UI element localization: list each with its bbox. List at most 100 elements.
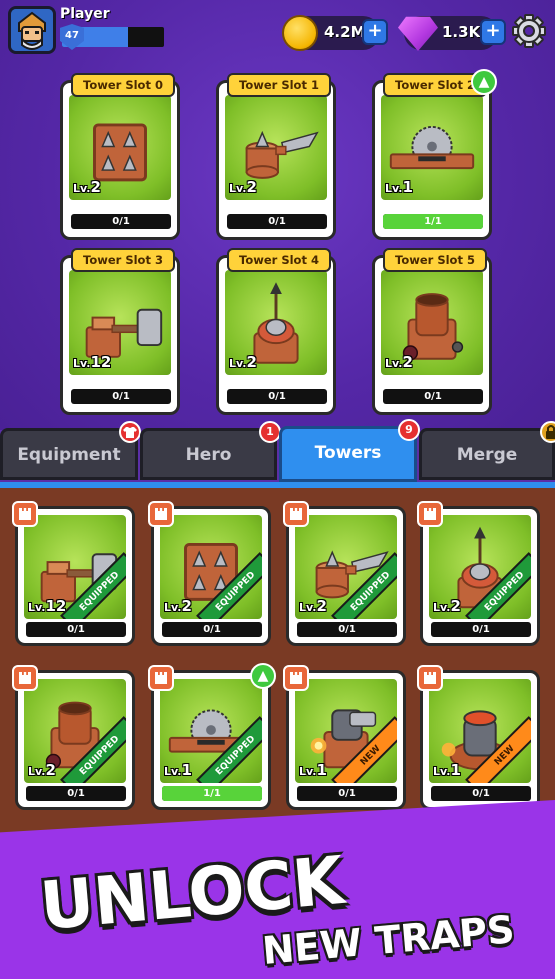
coin-icon: [282, 15, 318, 51]
tab-bar: Equipment Hero 1 Towers 9 Merge: [0, 419, 555, 484]
tower-level-value: 2: [402, 353, 413, 371]
tower-slot-title: Tower Slot 0: [71, 73, 175, 97]
tab-towers-badge: 9: [398, 419, 420, 441]
coin-counter: 4.2M +: [282, 15, 388, 51]
tower-slot-card[interactable]: Lv.2 Tower Slot 1 0/1: [216, 73, 336, 240]
tower-level: Lv.2: [73, 178, 101, 196]
tower-art: Lv.2 EQUIPPED: [24, 679, 126, 783]
game-screen: Player 47 4.2M + 1.3K + Lv.2 Tower Slot …: [0, 0, 555, 979]
knight-portrait-icon: [11, 9, 53, 51]
tab-hero[interactable]: Hero 1: [140, 421, 281, 480]
lock-icon: [540, 421, 555, 443]
tower-level-value: 2: [246, 353, 257, 371]
tower-progress-bar: 0/1: [297, 786, 397, 801]
tower-level-value: 2: [246, 178, 257, 196]
tower-level: Lv.2: [433, 597, 461, 615]
tower-category-icon: [417, 501, 443, 527]
tower-progress-bar: 1/1: [162, 786, 262, 801]
tower-progress-bar: 0/1: [227, 389, 327, 404]
inventory-tower-card[interactable]: Lv.12 EQUIPPED 0/1: [12, 501, 135, 646]
inventory-tower-card[interactable]: Lv.1 NEW 0/1: [283, 665, 406, 810]
inventory-tower-card[interactable]: Lv.2 EQUIPPED 0/1: [417, 501, 540, 646]
tower-level-value: 2: [450, 597, 461, 615]
tower-art: Lv.2: [225, 95, 327, 200]
tower-level: Lv.2: [28, 761, 56, 779]
tower-level: Lv.1: [433, 761, 461, 779]
tab-hero-badge: 1: [259, 421, 281, 443]
tab-towers-label: Towers: [314, 443, 382, 463]
tower-progress-text: 0/1: [67, 624, 85, 635]
tower-slot-card[interactable]: Lv.12 Tower Slot 3 0/1: [60, 248, 180, 415]
tower-level-value: 2: [316, 597, 327, 615]
tower-inventory: Lv.12 EQUIPPED 0/1 Lv.2 EQUIPPED 0/1 Lv.2 EQU…: [0, 488, 555, 848]
tower-art: Lv.2: [225, 270, 327, 375]
tower-progress-bar: 0/1: [431, 786, 531, 801]
tower-progress-bar: 0/1: [26, 622, 126, 637]
tower-level-value: 1: [181, 761, 192, 779]
tower-category-icon: [283, 665, 309, 691]
tower-art: Lv.1 NEW: [295, 679, 397, 783]
inventory-tower-card[interactable]: Lv.1 NEW 0/1: [417, 665, 540, 810]
tower-art: Lv.12: [69, 270, 171, 375]
tower-level: Lv.1: [164, 761, 192, 779]
tower-level: Lv.2: [229, 178, 257, 196]
tower-art: Lv.2: [69, 95, 171, 200]
tower-art: Lv.12 EQUIPPED: [24, 515, 126, 619]
tab-towers[interactable]: Towers 9: [279, 419, 420, 482]
tower-slot-card[interactable]: Lv.1 Tower Slot 2 1/1 ▲: [372, 69, 497, 240]
tower-category-icon: [417, 665, 443, 691]
tower-progress-bar: 1/1: [383, 214, 483, 229]
tower-category-icon: [12, 501, 38, 527]
add-gems-button[interactable]: +: [480, 19, 506, 45]
tower-slot-title: Tower Slot 5: [383, 248, 487, 272]
inventory-tower-card[interactable]: Lv.2 EQUIPPED 0/1: [12, 665, 135, 810]
tower-progress-bar: 0/1: [431, 622, 531, 637]
upgrade-arrow-icon[interactable]: ▲: [471, 69, 497, 95]
add-coins-button[interactable]: +: [362, 19, 388, 45]
tower-art: Lv.1 NEW: [429, 679, 531, 783]
inventory-tower-card[interactable]: Lv.2 EQUIPPED 0/1: [148, 501, 271, 646]
tab-hero-label: Hero: [185, 445, 232, 465]
tower-art: Lv.2 EQUIPPED: [429, 515, 531, 619]
tower-progress-text: 0/1: [67, 788, 85, 799]
player-name: Player: [60, 6, 110, 22]
tab-equipment[interactable]: Equipment: [0, 421, 141, 480]
tower-art: Lv.1 EQUIPPED: [160, 679, 262, 783]
tower-category-icon: [148, 501, 174, 527]
gem-value: 1.3K: [442, 23, 481, 41]
tower-art: Lv.2: [381, 270, 483, 375]
shirt-icon: [119, 421, 141, 443]
player-avatar[interactable]: [8, 6, 56, 54]
tab-merge[interactable]: Merge: [419, 421, 555, 480]
tower-progress-text: 0/1: [268, 216, 286, 227]
inventory-tower-card[interactable]: Lv.2 EQUIPPED 0/1: [283, 501, 406, 646]
tower-level: Lv.1: [385, 178, 413, 196]
inventory-tower-card[interactable]: Lv.1 EQUIPPED 1/1 ▲: [148, 663, 276, 810]
coin-value: 4.2M: [324, 23, 366, 41]
tower-progress-bar: 0/1: [227, 214, 327, 229]
tower-slot-card[interactable]: Lv.2 Tower Slot 5 0/1: [372, 248, 492, 415]
tower-level-value: 1: [402, 178, 413, 196]
tab-merge-label: Merge: [456, 445, 518, 465]
tower-progress-text: 1/1: [424, 216, 442, 227]
tower-category-icon: [148, 665, 174, 691]
tower-level-value: 1: [316, 761, 327, 779]
gear-icon[interactable]: [512, 14, 546, 48]
tower-level-value: 2: [45, 761, 56, 779]
tower-progress-text: 0/1: [112, 216, 130, 227]
tower-progress-text: 0/1: [112, 391, 130, 402]
upgrade-arrow-icon[interactable]: ▲: [250, 663, 276, 689]
tower-slot-card[interactable]: Lv.2 Tower Slot 0 0/1: [60, 73, 180, 240]
tower-progress-bar: 0/1: [383, 389, 483, 404]
tower-category-icon: [283, 501, 309, 527]
tower-progress-bar: 0/1: [297, 622, 397, 637]
tower-progress-bar: 0/1: [71, 214, 171, 229]
tower-slot-title: Tower Slot 3: [71, 248, 175, 272]
tower-art: Lv.1: [381, 95, 483, 200]
tower-level: Lv.2: [385, 353, 413, 371]
tower-progress-text: 0/1: [338, 788, 356, 799]
tower-slot-card[interactable]: Lv.2 Tower Slot 4 0/1: [216, 248, 336, 415]
tower-level-value: 1: [450, 761, 461, 779]
gem-counter: 1.3K +: [398, 16, 506, 51]
tower-progress-text: 0/1: [203, 624, 221, 635]
